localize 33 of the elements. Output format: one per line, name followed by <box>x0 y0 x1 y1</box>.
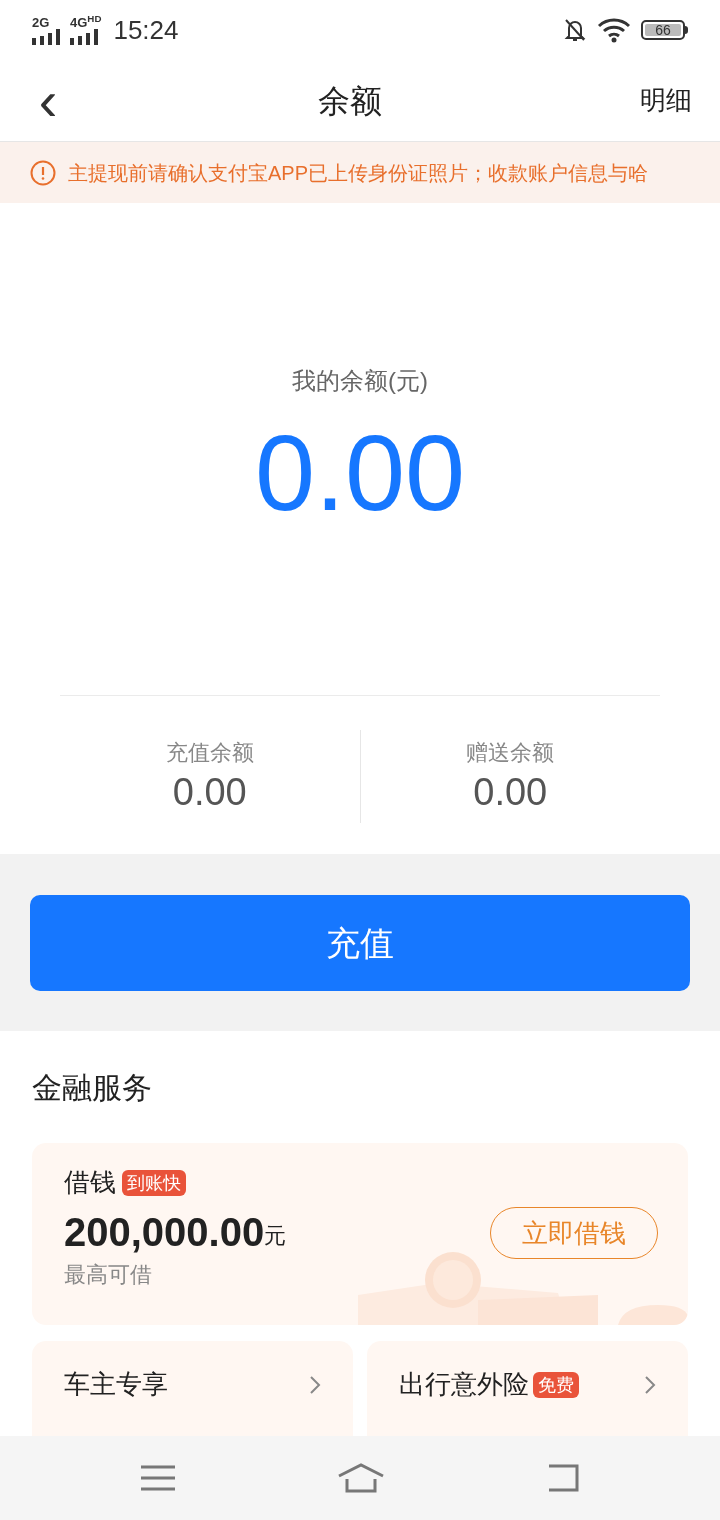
loan-amount: 200,000.00 <box>64 1212 265 1252</box>
chevron-right-icon <box>309 1374 321 1395</box>
back-icon[interactable] <box>547 1464 579 1492</box>
wifi-icon <box>597 17 631 43</box>
bell-muted-icon <box>563 17 587 43</box>
status-time: 15:24 <box>113 13 179 47</box>
card-title: 出行意外险 <box>399 1368 529 1401</box>
loan-unit: 元 <box>264 1222 287 1250</box>
warning-icon <box>30 159 56 186</box>
service-card[interactable]: 车主专享 <box>32 1341 353 1436</box>
balance-amount: 0.00 <box>254 419 466 527</box>
loan-caption: 最高可借 <box>64 1261 153 1289</box>
balance-part-label: 赠送余额 <box>466 739 555 767</box>
recharge-button[interactable]: 充值 <box>30 895 690 991</box>
page-title: 余额 <box>318 81 382 121</box>
back-button[interactable]: ‹ <box>28 72 68 129</box>
battery-level: 66 <box>655 23 671 37</box>
detail-link[interactable]: 明细 <box>632 81 692 120</box>
section-title: 金融服务 <box>32 1070 153 1106</box>
card-title: 车主专享 <box>64 1368 168 1401</box>
loan-title: 借钱 <box>64 1166 116 1199</box>
balance-part-value: 0.00 <box>473 770 548 815</box>
balance-label: 我的余额(元) <box>292 366 428 396</box>
free-badge: 免费 <box>533 1371 579 1398</box>
menu-icon[interactable] <box>141 1465 175 1491</box>
balance-part-label: 充值余额 <box>165 739 254 767</box>
home-icon[interactable] <box>337 1463 385 1493</box>
balance-part-value: 0.00 <box>172 770 247 815</box>
fast-badge: 到账快 <box>122 1169 186 1196</box>
loan-card[interactable]: 借钱 到账快 200,000.00元 最高可借 立即借钱 <box>32 1143 688 1325</box>
chevron-right-icon <box>644 1374 656 1395</box>
notice-text: 主提现前请确认支付宝APP已上传身份证照片；收款账户信息与哈 <box>68 160 649 186</box>
service-card[interactable]: 出行意外险 免费 <box>367 1341 688 1436</box>
